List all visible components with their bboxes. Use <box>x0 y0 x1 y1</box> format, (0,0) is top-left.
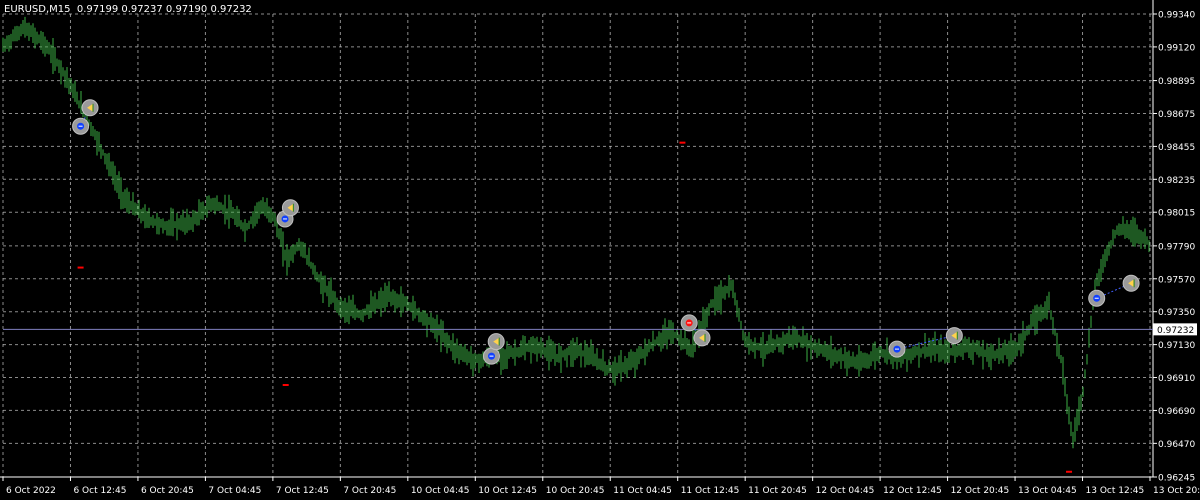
price-axis-label: 0.99120 <box>1158 43 1195 53</box>
trade-close-marker[interactable] <box>945 327 963 345</box>
time-axis-label: 10 Oct 20:45 <box>546 486 605 496</box>
time-axis-label: 10 Oct 04:45 <box>411 486 470 496</box>
buy-arrow-icon[interactable] <box>1088 289 1106 307</box>
price-axis-label: 0.98235 <box>1158 176 1195 186</box>
trade-line <box>896 335 955 350</box>
time-axis-label: 13 Oct 04:45 <box>1018 486 1077 496</box>
price-axis-label: 0.97130 <box>1158 341 1195 351</box>
price-chart[interactable]: 0.99340 0.99120 0.98895 0.98675 0.98455 0.982… <box>0 0 1200 500</box>
time-axis-label: 12 Oct 04:45 <box>816 486 875 496</box>
sell-arrow-icon[interactable] <box>680 314 698 332</box>
buy-arrow-icon[interactable] <box>482 347 500 365</box>
price-axis-label: 0.97570 <box>1158 275 1195 285</box>
time-axis-label: 11 Oct 20:45 <box>748 486 807 496</box>
price-axis-label: 0.97790 <box>1158 242 1195 252</box>
time-axis-label: 7 Oct 20:45 <box>343 486 396 496</box>
price-axis-label: 0.96690 <box>1158 407 1195 417</box>
price-axis-label: 0.96245 <box>1158 474 1195 484</box>
price-axis-label: 0.99340 <box>1158 11 1195 21</box>
buy-arrow-icon[interactable] <box>72 117 90 135</box>
trade-close-marker[interactable] <box>693 329 711 347</box>
time-axis-label: 6 Oct 12:45 <box>73 486 126 496</box>
time-axis-label: 11 Oct 12:45 <box>681 486 740 496</box>
price-axis-label: 0.98455 <box>1158 143 1195 153</box>
buy-arrow-icon[interactable] <box>888 340 906 358</box>
price-axis-label: 0.96910 <box>1158 374 1195 384</box>
time-axis-label: 6 Oct 20:45 <box>141 486 194 496</box>
time-axis-label: 13 Oct 20:45 <box>1153 486 1200 496</box>
time-axis-label: 11 Oct 04:45 <box>613 486 672 496</box>
time-axis-label: 13 Oct 12:45 <box>1086 486 1145 496</box>
time-axis-label: 7 Oct 12:45 <box>276 486 329 496</box>
grid-lines <box>2 13 1153 478</box>
time-axis-label: 12 Oct 12:45 <box>883 486 942 496</box>
price-axis-label: 0.96470 <box>1158 440 1195 450</box>
trade-close-marker[interactable] <box>281 199 299 217</box>
chart-window[interactable]: EURUSD,M15 0.97199 0.97237 0.97190 0.972… <box>0 0 1200 500</box>
trade-close-marker[interactable] <box>487 333 505 351</box>
price-axis-label: 0.97350 <box>1158 308 1195 318</box>
time-axis-label: 6 Oct 2022 <box>6 486 56 496</box>
current-price-label: 0.97232 <box>1157 326 1194 336</box>
price-bars <box>2 16 1150 449</box>
time-axis-label: 10 Oct 12:45 <box>478 486 537 496</box>
price-axis-label: 0.98015 <box>1158 209 1195 219</box>
time-axis-label: 7 Oct 04:45 <box>208 486 261 496</box>
trade-close-marker[interactable] <box>81 99 99 117</box>
price-axis-label: 0.98895 <box>1158 77 1195 87</box>
trade-close-marker[interactable] <box>1122 274 1140 292</box>
time-axis-label: 12 Oct 20:45 <box>951 486 1010 496</box>
price-axis-label: 0.98675 <box>1158 110 1195 120</box>
